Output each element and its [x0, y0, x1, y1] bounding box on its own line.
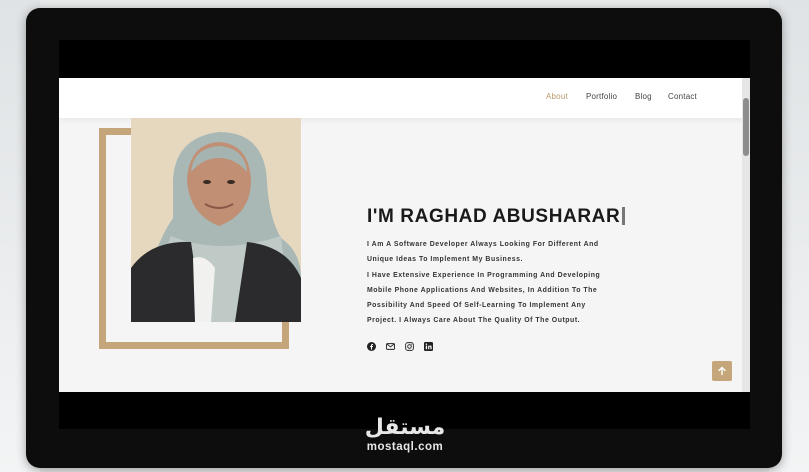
- bio-line: Mobile Phone Applications And Websites, …: [367, 286, 598, 294]
- linkedin-icon[interactable]: [424, 342, 433, 351]
- typing-cursor: [622, 207, 626, 225]
- bio-line: Project. I Always Care About The Quality…: [367, 317, 581, 325]
- hero-title: I'M RAGHAD ABUSHARAR: [367, 206, 626, 228]
- bio-line: Unique Ideas To Implement My Business.: [367, 256, 523, 264]
- monitor-screen: About Portfolio Blog Contact I'M RAGHAD …: [59, 40, 750, 429]
- watermark-url: mostaql.com: [366, 441, 444, 453]
- page-scrollbar[interactable]: [742, 78, 750, 392]
- social-links: [367, 342, 433, 351]
- top-navbar: About Portfolio Blog Contact: [59, 78, 750, 118]
- mostaql-watermark: مستقل mostaql.com: [355, 416, 455, 454]
- instagram-icon[interactable]: [405, 342, 414, 351]
- email-icon[interactable]: [386, 342, 395, 351]
- scroll-to-top-button[interactable]: [712, 361, 732, 381]
- bio-line: I Have Extensive Experience In Programmi…: [367, 271, 601, 279]
- website-viewport: About Portfolio Blog Contact I'M RAGHAD …: [59, 78, 750, 392]
- facebook-icon[interactable]: [367, 342, 376, 351]
- scrollbar-thumb[interactable]: [743, 98, 749, 156]
- watermark-arabic-logo: مستقل: [364, 415, 446, 440]
- profile-photo: [131, 118, 301, 322]
- profile-photo-illustration: [131, 118, 301, 322]
- nav-about-link[interactable]: About: [546, 92, 568, 101]
- bio-line: I Am A Software Developer Always Looking…: [367, 241, 599, 248]
- hero-bio: I Am A Software Developer Always Looking…: [367, 237, 687, 329]
- nav-contact-link[interactable]: Contact: [668, 92, 697, 101]
- bio-line: Possibility And Speed Of Self-Learning T…: [367, 302, 586, 310]
- nav-blog-link[interactable]: Blog: [635, 92, 652, 101]
- nav-portfolio-link[interactable]: Portfolio: [586, 92, 617, 101]
- arrow-up-icon: [718, 366, 726, 376]
- hero-title-text: I'M RAGHAD ABUSHARAR: [367, 206, 621, 227]
